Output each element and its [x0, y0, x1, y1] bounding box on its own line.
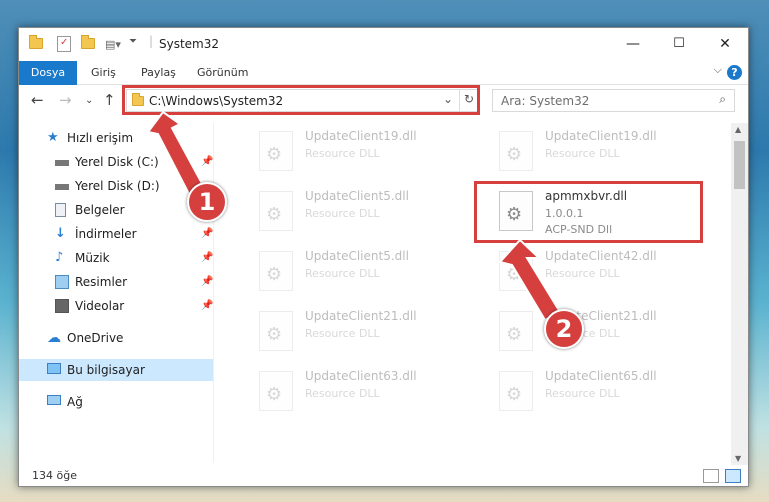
step-badge-1: 1: [187, 182, 227, 222]
arrow-1: [146, 110, 207, 198]
annotation-arrows: [146, 110, 562, 322]
step-badge-2: 2: [544, 309, 584, 349]
arrow-2: [498, 238, 562, 322]
